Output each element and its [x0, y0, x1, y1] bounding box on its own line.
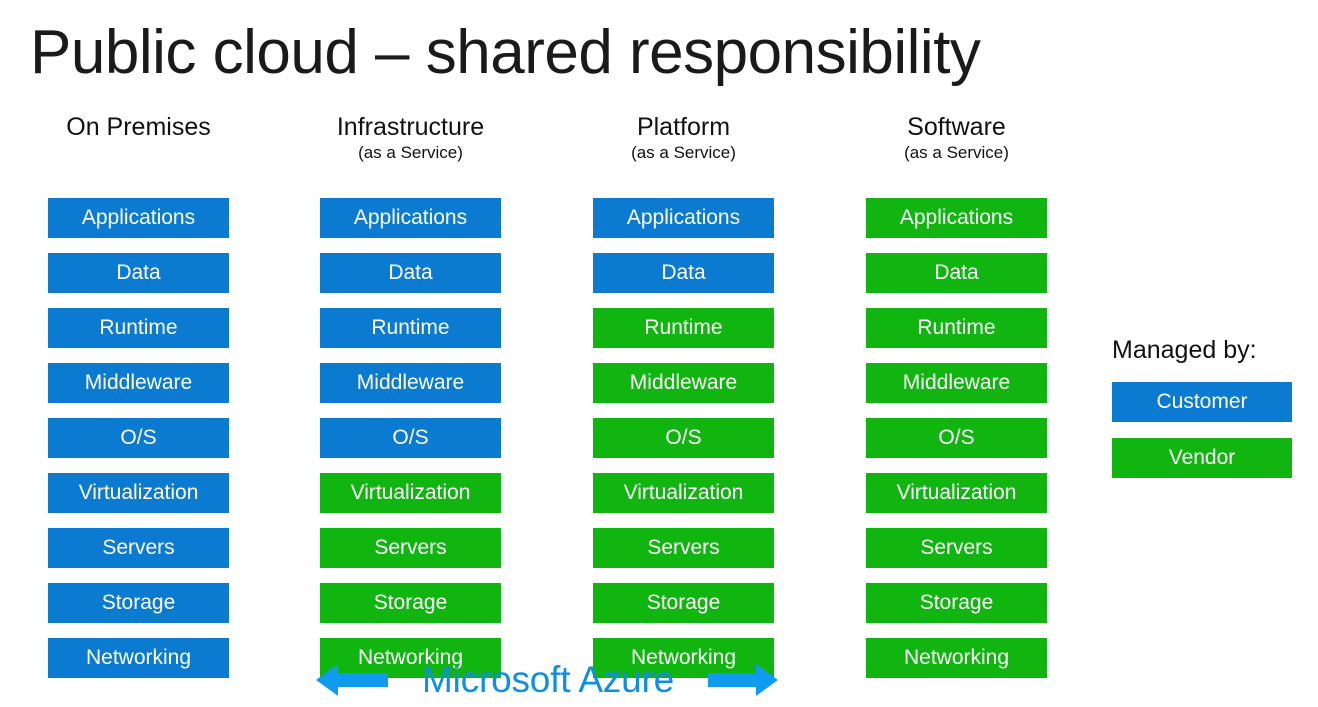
layer-box[interactable]: Storage	[866, 583, 1047, 623]
legend-swatch-customer[interactable]: Customer	[1112, 382, 1292, 422]
layer-box[interactable]: Virtualization	[48, 473, 229, 513]
layer-box[interactable]: Runtime	[48, 308, 229, 348]
azure-wordmark: Microsoft Azure	[422, 659, 674, 700]
layer-stack: Applications Data Runtime Middleware O/S Virt…	[866, 198, 1047, 678]
layer-box[interactable]: Virtualization	[593, 473, 774, 513]
layer-box[interactable]: Applications	[593, 198, 774, 238]
legend-swatch-vendor[interactable]: Vendor	[1112, 438, 1292, 478]
layer-box[interactable]: Applications	[320, 198, 501, 238]
column-platform: Platform (as a Service) Applications Data Ru…	[593, 112, 774, 678]
legend: Managed by: Customer Vendor	[1112, 334, 1302, 478]
column-subheader: (as a Service)	[904, 143, 1009, 162]
column-header: Infrastructure	[336, 113, 485, 141]
layer-box[interactable]: Servers	[48, 528, 229, 568]
column-infrastructure: Infrastructure (as a Service) Applications…	[320, 112, 501, 678]
column-header: Platform	[636, 113, 731, 141]
column-header: On Premises	[66, 113, 211, 141]
layer-box[interactable]: Data	[48, 253, 229, 293]
column-subheader: (as a Service)	[358, 143, 463, 162]
layer-box[interactable]: Middleware	[48, 363, 229, 403]
azure-banner: Microsoft Azure	[316, 655, 778, 705]
layer-box[interactable]: Servers	[320, 528, 501, 568]
column-subheader: (as a Service)	[631, 143, 736, 162]
layer-box[interactable]: O/S	[48, 418, 229, 458]
layer-box[interactable]: Servers	[866, 528, 1047, 568]
layer-box[interactable]: Data	[866, 253, 1047, 293]
column-on-premises: On Premises Applications Data Runtime Middle…	[48, 112, 229, 678]
layer-stack: Applications Data Runtime Middleware O/S Virt…	[48, 198, 229, 678]
layer-box[interactable]: Middleware	[320, 363, 501, 403]
layer-box[interactable]: Virtualization	[866, 473, 1047, 513]
layer-box[interactable]: Storage	[320, 583, 501, 623]
layer-box[interactable]: Middleware	[866, 363, 1047, 403]
layer-box[interactable]: Applications	[48, 198, 229, 238]
layer-box[interactable]: Networking	[866, 638, 1047, 678]
layer-box[interactable]: Middleware	[593, 363, 774, 403]
layer-box[interactable]: O/S	[593, 418, 774, 458]
column-header: Software	[907, 113, 1006, 141]
layer-box[interactable]: Applications	[866, 198, 1047, 238]
layer-box[interactable]: O/S	[320, 418, 501, 458]
column-software: Software (as a Service) Applications Data Ru…	[866, 112, 1047, 678]
layer-box[interactable]: O/S	[866, 418, 1047, 458]
layer-box[interactable]: Runtime	[320, 308, 501, 348]
layer-box[interactable]: Virtualization	[320, 473, 501, 513]
legend-entries: Customer Vendor	[1112, 382, 1302, 478]
arrow-right-icon	[707, 662, 778, 698]
layer-box[interactable]: Servers	[593, 528, 774, 568]
arrow-left-icon	[316, 662, 388, 698]
layer-stack: Applications Data Runtime Middleware O/S Virt…	[593, 198, 774, 678]
layer-box[interactable]: Runtime	[593, 308, 774, 348]
legend-title: Managed by:	[1112, 336, 1257, 364]
layer-box[interactable]: Storage	[48, 583, 229, 623]
page-title: Public cloud – shared responsibility	[30, 18, 981, 87]
layer-box[interactable]: Runtime	[866, 308, 1047, 348]
layer-box[interactable]: Storage	[593, 583, 774, 623]
layer-stack: Applications Data Runtime Middleware O/S Virt…	[320, 198, 501, 678]
layer-box[interactable]: Data	[593, 253, 774, 293]
layer-box[interactable]: Networking	[48, 638, 229, 678]
layer-box[interactable]: Data	[320, 253, 501, 293]
